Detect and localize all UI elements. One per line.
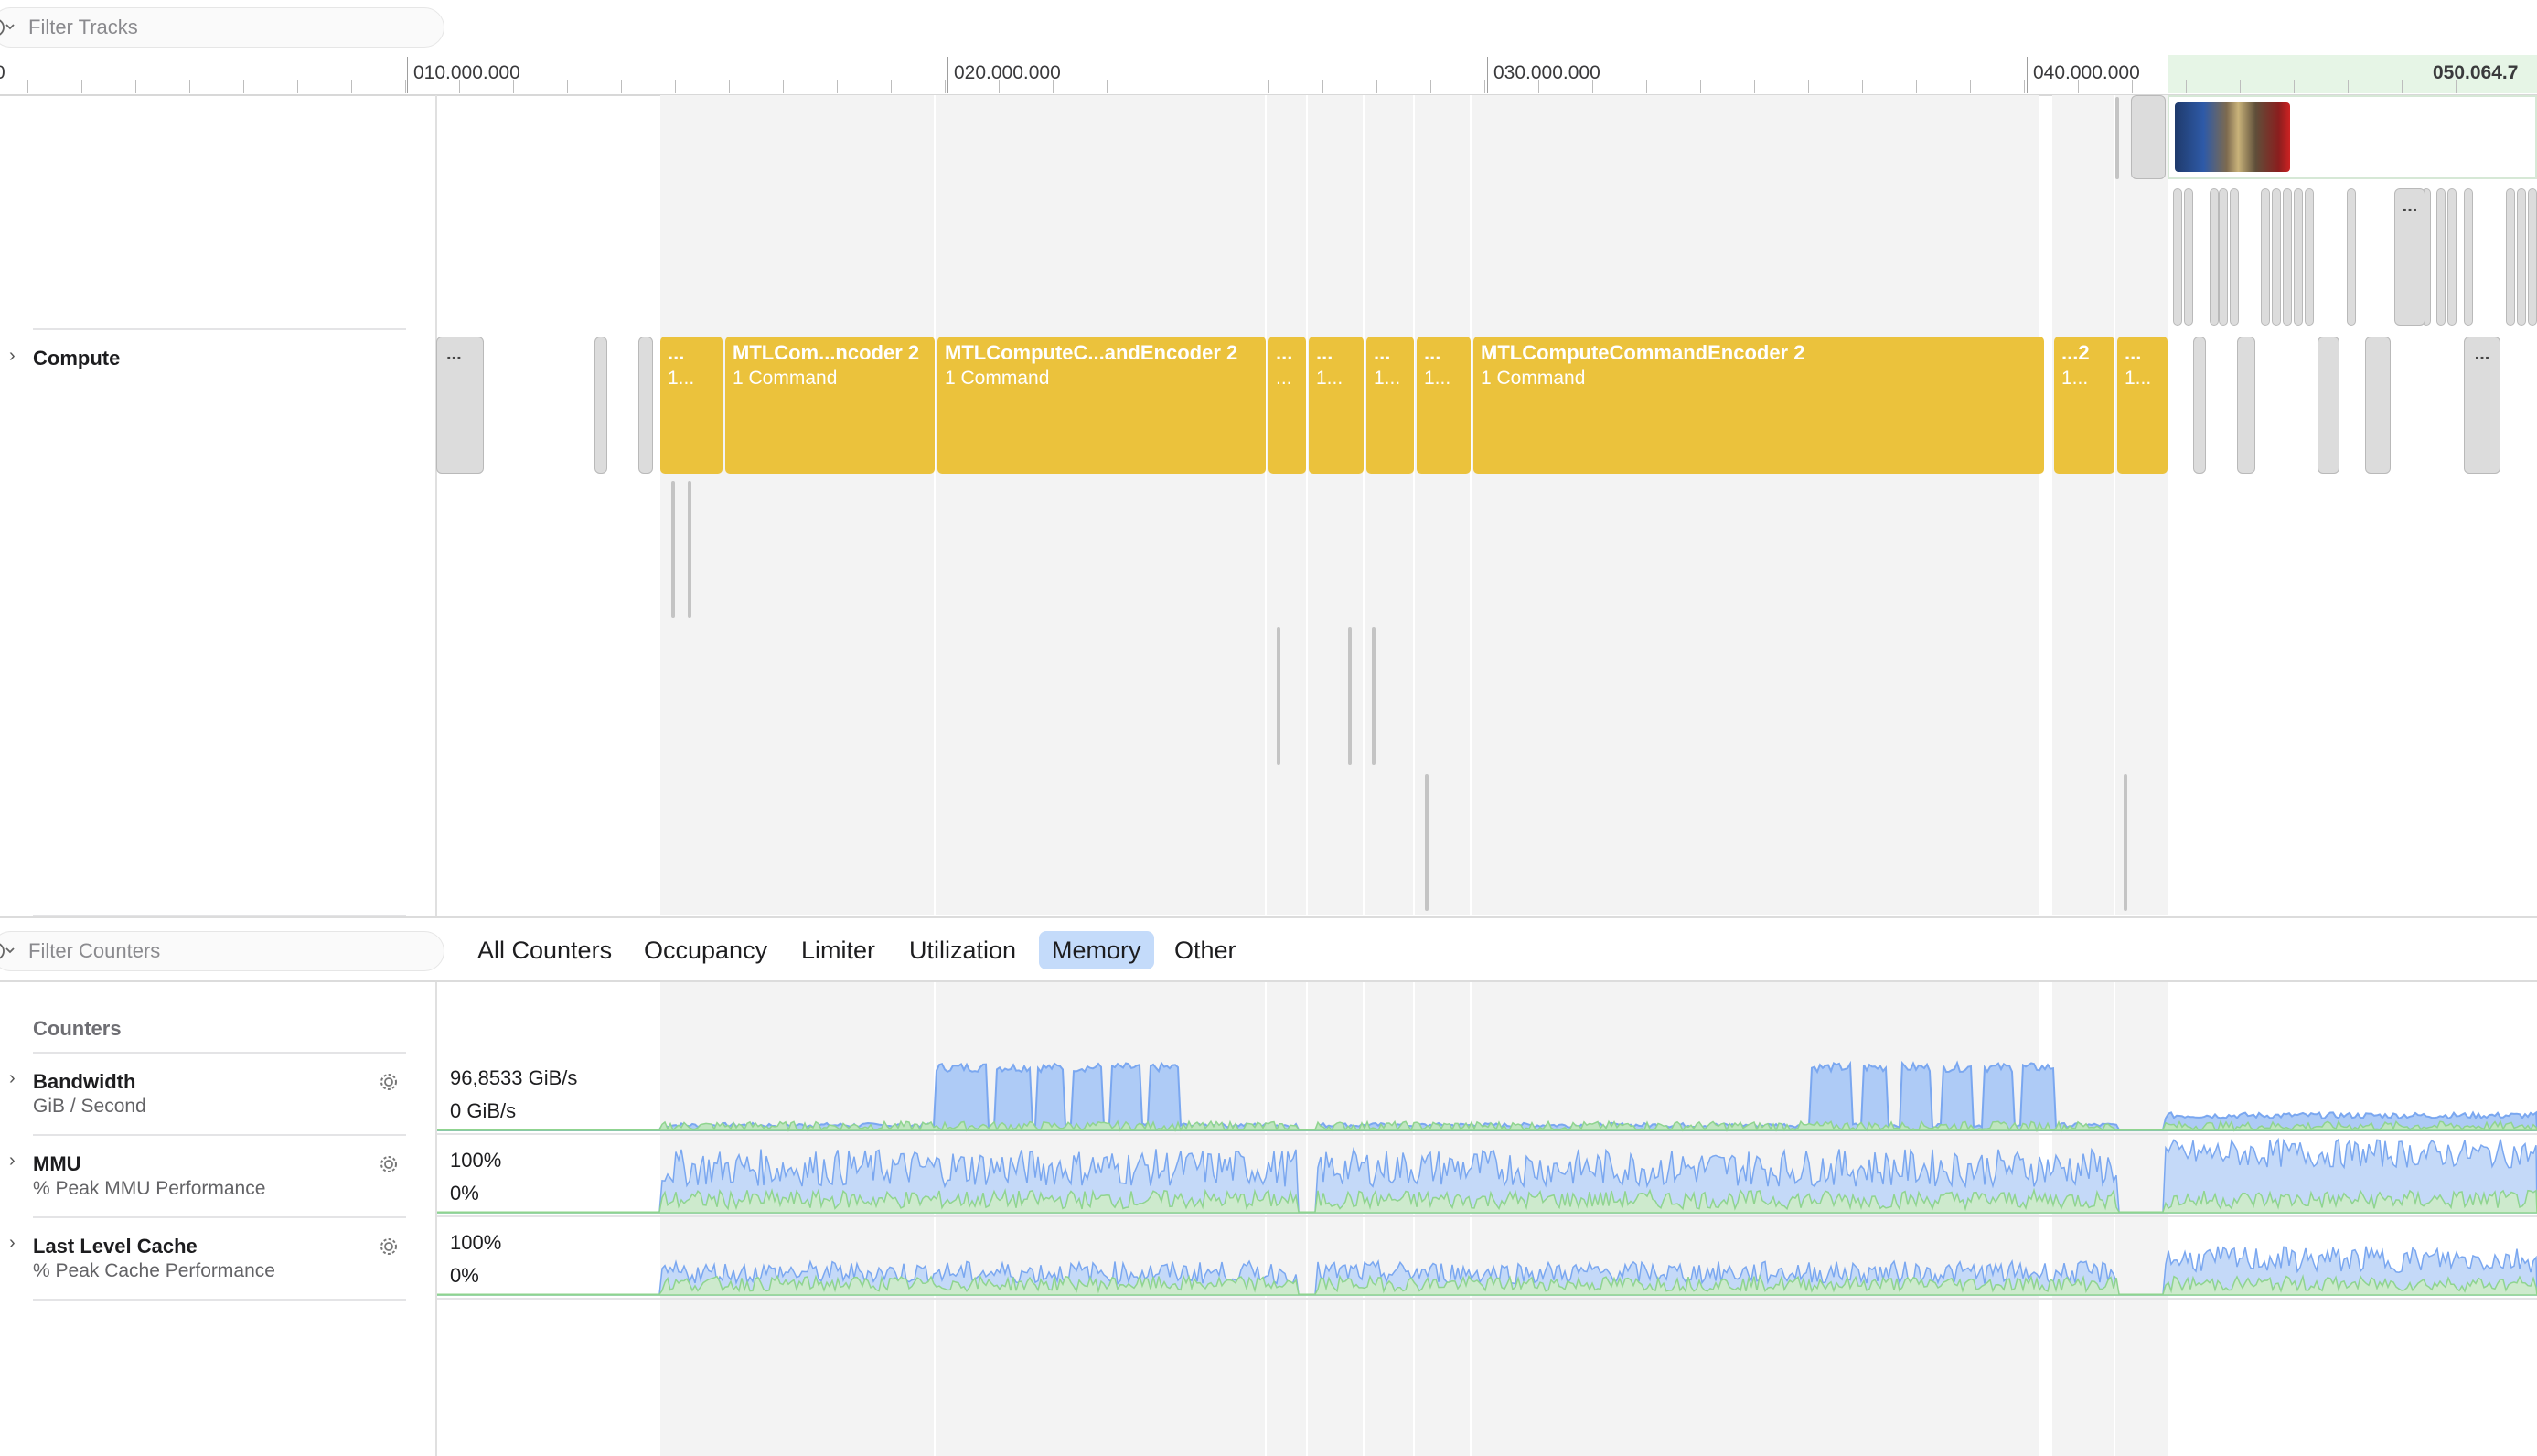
track-label-compute: Compute — [33, 347, 121, 369]
tab-limiter[interactable]: Limiter — [788, 931, 888, 969]
encoder-block[interactable]: ... 1... — [1417, 337, 1471, 474]
encoder-block[interactable]: ... 1... — [1309, 337, 1364, 474]
counter-name: Last Level Cache — [33, 1235, 198, 1258]
timeline-marker[interactable] — [2131, 95, 2166, 179]
filter-icon[interactable] — [0, 933, 23, 969]
compute-gray-block[interactable]: ... — [2464, 337, 2500, 474]
encoder-block[interactable]: MTLComputeC...andEncoder 21 Command — [937, 337, 1266, 474]
ruler-label-4: 040.000.000 — [2033, 62, 2140, 83]
tab-all-counters[interactable]: All Counters — [465, 931, 625, 969]
gear-icon[interactable] — [377, 1152, 401, 1176]
ruler-label-3: 030.000.000 — [1493, 62, 1600, 83]
chevron-right-icon[interactable]: › — [9, 1233, 16, 1254]
filter-tracks-placeholder: Filter Tracks — [28, 16, 138, 38]
tab-occupancy[interactable]: Occupancy — [631, 931, 780, 969]
tab-utilization[interactable]: Utilization — [896, 931, 1029, 969]
counters-header: Counters — [33, 1017, 122, 1040]
filter-icon[interactable] — [0, 9, 23, 46]
counter-name: MMU — [33, 1152, 81, 1175]
encoder-block[interactable]: ...... — [1268, 337, 1306, 474]
encoder-block[interactable]: ... 1... — [1366, 337, 1414, 474]
counter-unit: % Peak Cache Performance — [33, 1260, 275, 1281]
ruler-label-5: 050.064.7 — [2433, 62, 2519, 83]
counter-name: Bandwidth — [33, 1070, 136, 1093]
ruler-origin-label: 0 — [0, 62, 5, 84]
encoder-block[interactable]: MTLCom...ncoder 21 Command — [725, 337, 935, 474]
ruler-label-1: 010.000.000 — [413, 62, 520, 83]
filter-counters-placeholder: Filter Counters — [28, 939, 161, 962]
chevron-right-icon[interactable]: › — [9, 1068, 16, 1089]
gear-icon[interactable] — [377, 1235, 401, 1258]
chevron-right-icon[interactable]: › — [9, 346, 16, 367]
encoder-block[interactable]: ... 1... — [660, 337, 723, 474]
counter-unit: % Peak MMU Performance — [33, 1178, 266, 1199]
thumbnail-image[interactable] — [2175, 102, 2290, 172]
encoder-block[interactable]: MTLComputeCommandEncoder 21 Command — [1473, 337, 2044, 474]
tab-other[interactable]: Other — [1161, 931, 1249, 969]
encoder-block[interactable]: ...2 1... — [2054, 337, 2114, 474]
encoder-block[interactable]: ... 1... — [2117, 337, 2168, 474]
bandwidth-series — [437, 1060, 2537, 1131]
filter-tracks-field[interactable]: Filter Tracks — [0, 7, 444, 48]
tab-memory[interactable]: Memory — [1039, 931, 1154, 969]
filter-counters-field[interactable]: Filter Counters — [0, 931, 444, 971]
gray-block-marker: ... — [446, 344, 462, 364]
counter-graphs[interactable] — [437, 1052, 2537, 1301]
compute-gray-block[interactable]: ... — [436, 337, 484, 474]
ruler-label-2: 020.000.000 — [954, 62, 1061, 83]
chevron-right-icon[interactable]: › — [9, 1151, 16, 1172]
counter-unit: GiB / Second — [33, 1096, 146, 1117]
gear-icon[interactable] — [377, 1070, 401, 1094]
